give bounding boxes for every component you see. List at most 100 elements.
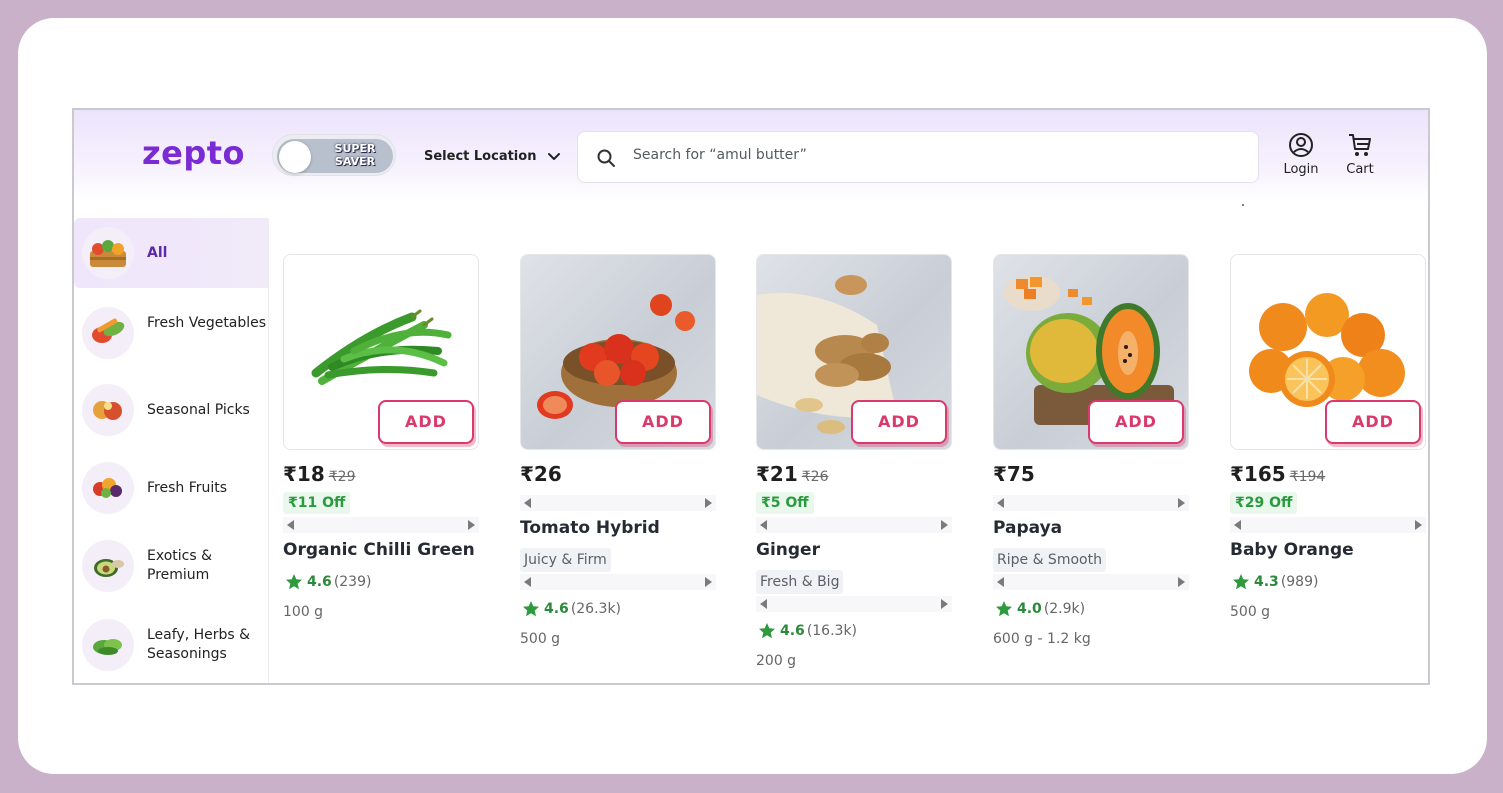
cart-icon: [1349, 134, 1371, 156]
star-icon: [759, 623, 775, 639]
sidebar-item-seasonal-picks[interactable]: Seasonal Picks: [74, 383, 268, 437]
vegetables-icon: [82, 307, 134, 359]
login-label: Login: [1283, 162, 1319, 177]
zepto-logo[interactable]: zepto: [142, 134, 245, 172]
star-icon: [1233, 574, 1249, 590]
rating: 4.6 (16.3k): [758, 621, 857, 641]
product-card-baby-orange[interactable]: ADD ₹165 ₹194 ₹29 Off Baby Orange 4.3 (9…: [1230, 254, 1426, 674]
scroll-left-icon[interactable]: [524, 577, 531, 587]
price-row: ₹75: [993, 462, 1035, 486]
tag-scroller[interactable]: [520, 574, 716, 590]
add-button[interactable]: ADD: [851, 400, 947, 444]
super-saver-toggle[interactable]: SUPER SAVER: [272, 134, 396, 176]
selling-price: ₹75: [993, 462, 1035, 486]
super-saver-line-1: SUPER: [334, 142, 376, 155]
pack-size: 200 g: [756, 653, 797, 669]
mrp-price: ₹29: [328, 469, 356, 485]
rating-count: (16.3k): [806, 623, 858, 639]
product-name[interactable]: Organic Chilli Green: [283, 540, 475, 560]
product-name[interactable]: Baby Orange: [1230, 540, 1354, 560]
grocery-basket-icon: [82, 227, 134, 279]
pack-size: 500 g: [520, 631, 561, 647]
scroll-right-icon[interactable]: [1178, 498, 1185, 508]
rating-value: 4.3: [1254, 574, 1279, 590]
cart-button[interactable]: Cart: [1338, 132, 1382, 180]
rating: 4.0 (2.9k): [995, 599, 1085, 619]
pack-size: 100 g: [283, 604, 324, 620]
tag-scroller[interactable]: [756, 596, 952, 612]
tag-scroller[interactable]: [993, 495, 1189, 511]
product-name[interactable]: Tomato Hybrid: [520, 518, 660, 538]
scroll-left-icon[interactable]: [997, 577, 1004, 587]
tag-scroller[interactable]: [520, 495, 716, 511]
star-icon: [286, 574, 302, 590]
scroll-left-icon[interactable]: [1234, 520, 1241, 530]
scroll-right-icon[interactable]: [1415, 520, 1422, 530]
rating: 4.3 (989): [1232, 572, 1318, 592]
pack-size: 600 g - 1.2 kg: [993, 631, 1091, 647]
product-image[interactable]: ADD: [283, 254, 479, 450]
super-saver-label: SUPER SAVER: [321, 142, 389, 168]
scroll-right-icon[interactable]: [941, 520, 948, 530]
rating-count: (26.3k): [570, 601, 622, 617]
search-icon: [597, 149, 615, 167]
scroll-left-icon[interactable]: [760, 520, 767, 530]
pack-size: 500 g: [1230, 604, 1271, 620]
product-card-papaya[interactable]: ADD ₹75 Papaya Ripe & Smooth 4.0 (2.9k) …: [993, 254, 1189, 674]
sidebar-item-label: Fresh Vegetables: [147, 315, 267, 331]
scroll-right-icon[interactable]: [468, 520, 475, 530]
product-image[interactable]: ADD: [993, 254, 1189, 450]
sidebar-item-exotics-premium[interactable]: Exotics & Premium: [74, 539, 268, 593]
decor-dot: [1242, 204, 1244, 206]
scroll-right-icon[interactable]: [705, 498, 712, 508]
tag-scroller[interactable]: [756, 517, 952, 533]
scroll-left-icon[interactable]: [760, 599, 767, 609]
chevron-down-icon: [548, 153, 561, 160]
rating-value: 4.0: [1017, 601, 1042, 617]
sidebar-item-label: Exotics & Premium: [147, 548, 213, 583]
rating: 4.6 (239): [285, 572, 371, 592]
location-label: Select Location: [424, 148, 537, 164]
product-image[interactable]: ADD: [756, 254, 952, 450]
sidebar-item-leafy-herbs-seasonings[interactable]: Leafy, Herbs & Seasonings: [74, 618, 268, 672]
add-button[interactable]: ADD: [1325, 400, 1421, 444]
scroll-left-icon[interactable]: [997, 498, 1004, 508]
discount-badge: ₹5 Off: [756, 492, 814, 514]
rating: 4.6 (26.3k): [522, 599, 621, 619]
scroll-right-icon[interactable]: [941, 599, 948, 609]
scroll-left-icon[interactable]: [524, 498, 531, 508]
sidebar-item-all[interactable]: All: [74, 218, 268, 288]
product-card-ginger[interactable]: ADD ₹21 ₹26 ₹5 Off Ginger Fresh & Big 4.…: [756, 254, 952, 674]
tag-scroller[interactable]: [1230, 517, 1426, 533]
select-location-button[interactable]: Select Location: [424, 146, 562, 166]
product-name[interactable]: Papaya: [993, 518, 1062, 538]
sidebar-item-fresh-vegetables[interactable]: Fresh Vegetables: [74, 306, 268, 360]
tag-scroller[interactable]: [993, 574, 1189, 590]
sidebar-item-fresh-fruits[interactable]: Fresh Fruits: [74, 461, 268, 515]
add-button[interactable]: ADD: [1088, 400, 1184, 444]
tag-scroller[interactable]: [283, 517, 479, 533]
scroll-left-icon[interactable]: [287, 520, 294, 530]
product-card-organic-chilli-green[interactable]: ADD ₹18 ₹29 ₹11 Off Organic Chilli Green…: [283, 254, 479, 674]
scroll-right-icon[interactable]: [1178, 577, 1185, 587]
rating-value: 4.6: [780, 623, 805, 639]
selling-price: ₹26: [520, 462, 562, 486]
login-button[interactable]: Login: [1279, 132, 1323, 180]
product-name[interactable]: Ginger: [756, 540, 820, 560]
add-button[interactable]: ADD: [615, 400, 711, 444]
product-card-tomato-hybrid[interactable]: ADD ₹26 Tomato Hybrid Juicy & Firm 4.6 (…: [520, 254, 716, 674]
search-bar[interactable]: Search for “amul butter”: [577, 131, 1259, 183]
super-saver-track: SUPER SAVER: [277, 139, 393, 173]
add-button[interactable]: ADD: [378, 400, 474, 444]
sidebar-item-label: Leafy, Herbs & Seasonings: [147, 627, 251, 662]
rating-count: (989): [1280, 574, 1319, 590]
price-row: ₹26: [520, 462, 562, 486]
price-row: ₹21 ₹26: [756, 462, 828, 486]
fruits-icon: [82, 462, 134, 514]
mrp-price: ₹194: [1289, 469, 1326, 485]
sidebar-item-label: Seasonal Picks: [147, 402, 250, 418]
product-image[interactable]: ADD: [520, 254, 716, 450]
price-row: ₹165 ₹194: [1230, 462, 1325, 486]
product-image[interactable]: ADD: [1230, 254, 1426, 450]
scroll-right-icon[interactable]: [705, 577, 712, 587]
